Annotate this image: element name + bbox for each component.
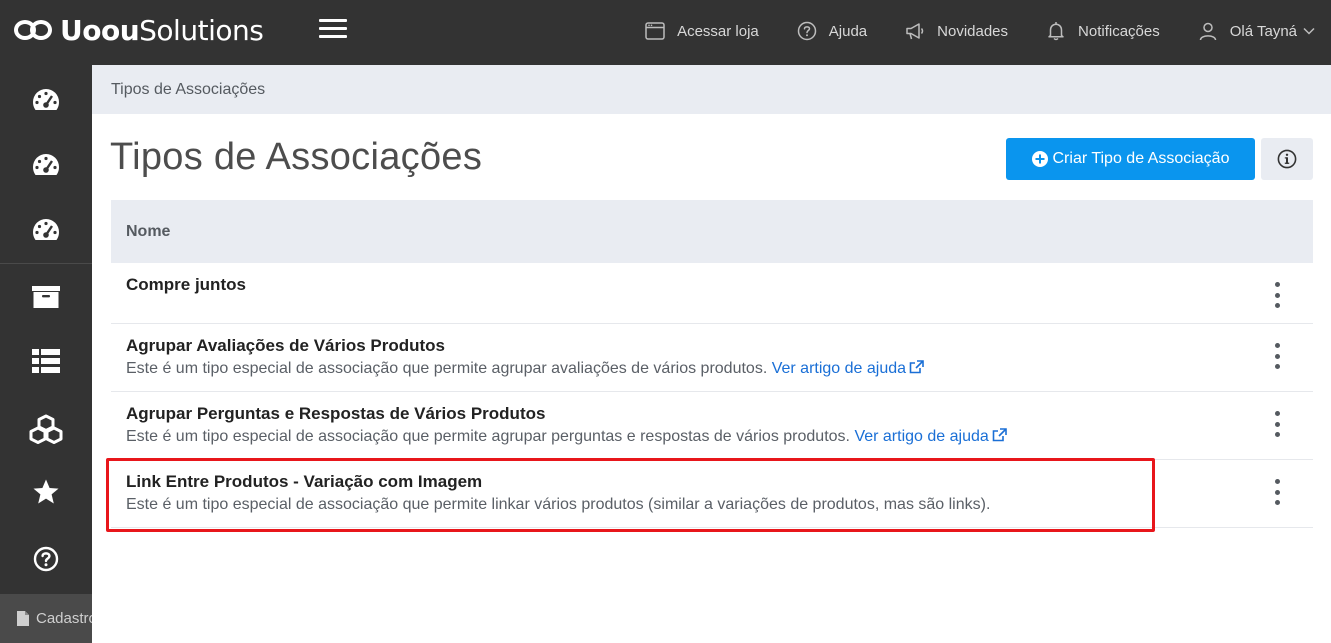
notifications-link[interactable]: Notificações xyxy=(1046,21,1160,41)
news-link-label: Novidades xyxy=(937,22,1009,40)
brand-logo-icon xyxy=(14,18,54,42)
external-link-icon xyxy=(909,360,924,374)
external-link-icon xyxy=(992,428,1007,442)
row-title: Agrupar Avaliações de Vários Produtos xyxy=(126,336,445,355)
help-link[interactable]: Ajuda xyxy=(797,21,867,41)
breadcrumb-current: Tipos de Associações xyxy=(111,80,266,98)
row-description-text: Este é um tipo especial de associação qu… xyxy=(126,428,850,445)
megaphone-icon xyxy=(906,23,924,40)
info-circle-icon xyxy=(1277,149,1297,169)
question-circle-icon xyxy=(33,546,59,572)
sidebar-item-dashboard-3[interactable] xyxy=(0,198,92,262)
top-navbar: Uoou Solutions Acessar loja Ajuda Novidad… xyxy=(0,0,1331,65)
plus-circle-icon xyxy=(1031,151,1048,167)
help-article-link-label: Ver artigo de ajuda xyxy=(854,428,989,445)
top-nav-links: Acessar loja Ajuda Novidades Notificaçõe… xyxy=(607,0,1315,62)
help-article-link[interactable]: Ver artigo de ajuda xyxy=(772,360,924,377)
row-actions-kebab-icon[interactable] xyxy=(1267,282,1287,308)
chevron-down-icon xyxy=(1303,27,1315,35)
brand-logo[interactable]: Uoou Solutions xyxy=(14,10,264,50)
user-menu-label: Olá Tayná xyxy=(1229,22,1297,40)
news-link[interactable]: Novidades xyxy=(905,21,1008,41)
dashboard-gauge-icon xyxy=(32,89,60,110)
row-actions-kebab-icon[interactable] xyxy=(1267,479,1287,505)
dashboard-gauge-icon xyxy=(32,219,60,240)
breadcrumb: Tipos de Associações xyxy=(92,65,1331,114)
row-actions-kebab-icon[interactable] xyxy=(1267,343,1287,369)
sidebar-item-products[interactable] xyxy=(0,264,92,328)
table-row[interactable]: Agrupar Perguntas e Respostas de Vários … xyxy=(111,392,1313,460)
row-title: Link Entre Produtos - Variação com Image… xyxy=(126,472,483,491)
sidebar-item-dashboard-2[interactable] xyxy=(0,133,92,197)
table-row[interactable]: Link Entre Produtos - Variação com Image… xyxy=(111,460,1313,528)
page-title: Tipos de Associações xyxy=(110,136,483,178)
cubes-icon xyxy=(29,414,63,444)
row-description: Este é um tipo especial de associação qu… xyxy=(126,496,990,514)
row-description-text: Este é um tipo especial de associação qu… xyxy=(126,360,768,377)
help-link-label: Ajuda xyxy=(828,22,868,40)
file-icon xyxy=(17,611,29,626)
row-title: Compre juntos xyxy=(126,275,246,294)
question-circle-icon xyxy=(797,21,817,41)
row-actions-kebab-icon[interactable] xyxy=(1267,411,1287,437)
dashboard-gauge-icon xyxy=(32,154,60,175)
row-description: Este é um tipo especial de associação qu… xyxy=(126,360,924,378)
notifications-link-label: Notificações xyxy=(1078,22,1160,40)
star-icon xyxy=(33,479,59,504)
sidebar: Cadastros xyxy=(0,65,92,643)
sidebar-item-help[interactable] xyxy=(0,527,92,591)
hamburger-menu-icon[interactable] xyxy=(319,19,347,39)
create-button-label: Criar Tipo de Associação xyxy=(1052,150,1230,167)
store-link[interactable]: Acessar loja xyxy=(645,22,759,40)
help-article-link-label: Ver artigo de ajuda xyxy=(771,360,907,377)
bell-icon xyxy=(1048,22,1064,41)
row-title: Agrupar Perguntas e Respostas de Vários … xyxy=(126,404,546,423)
brand-name-bold: Uoou xyxy=(60,13,140,47)
user-icon xyxy=(1199,22,1216,41)
table-row[interactable]: Compre juntos xyxy=(111,263,1313,324)
user-menu[interactable]: Olá Tayná xyxy=(1198,21,1315,41)
info-button[interactable] xyxy=(1261,138,1313,180)
sidebar-item-registrations[interactable]: Cadastros xyxy=(0,594,92,643)
row-description-text: Este é um tipo especial de associação qu… xyxy=(126,496,991,513)
row-description: Este é um tipo especial de associação qu… xyxy=(126,428,1007,446)
column-header-name: Nome xyxy=(126,222,171,240)
sidebar-bottom-label: Cadastros xyxy=(36,610,92,627)
sidebar-item-associations[interactable] xyxy=(0,397,92,461)
list-icon xyxy=(32,349,60,373)
create-association-type-button[interactable]: Criar Tipo de Associação xyxy=(1006,138,1255,180)
browser-window-icon xyxy=(645,22,665,40)
sidebar-item-list[interactable] xyxy=(0,329,92,393)
table-header: Nome xyxy=(111,200,1313,263)
table-row[interactable]: Agrupar Avaliações de Vários Produtos Es… xyxy=(111,324,1313,392)
sidebar-item-dashboard-1[interactable] xyxy=(0,68,92,132)
help-article-link[interactable]: Ver artigo de ajuda xyxy=(854,428,1007,445)
sidebar-item-favorites[interactable] xyxy=(0,460,92,524)
association-types-table: Nome Compre juntos Agrupar Avaliações de… xyxy=(111,200,1313,528)
brand-name-light: Solutions xyxy=(139,13,264,47)
box-icon xyxy=(32,286,60,308)
store-link-label: Acessar loja xyxy=(677,22,759,40)
